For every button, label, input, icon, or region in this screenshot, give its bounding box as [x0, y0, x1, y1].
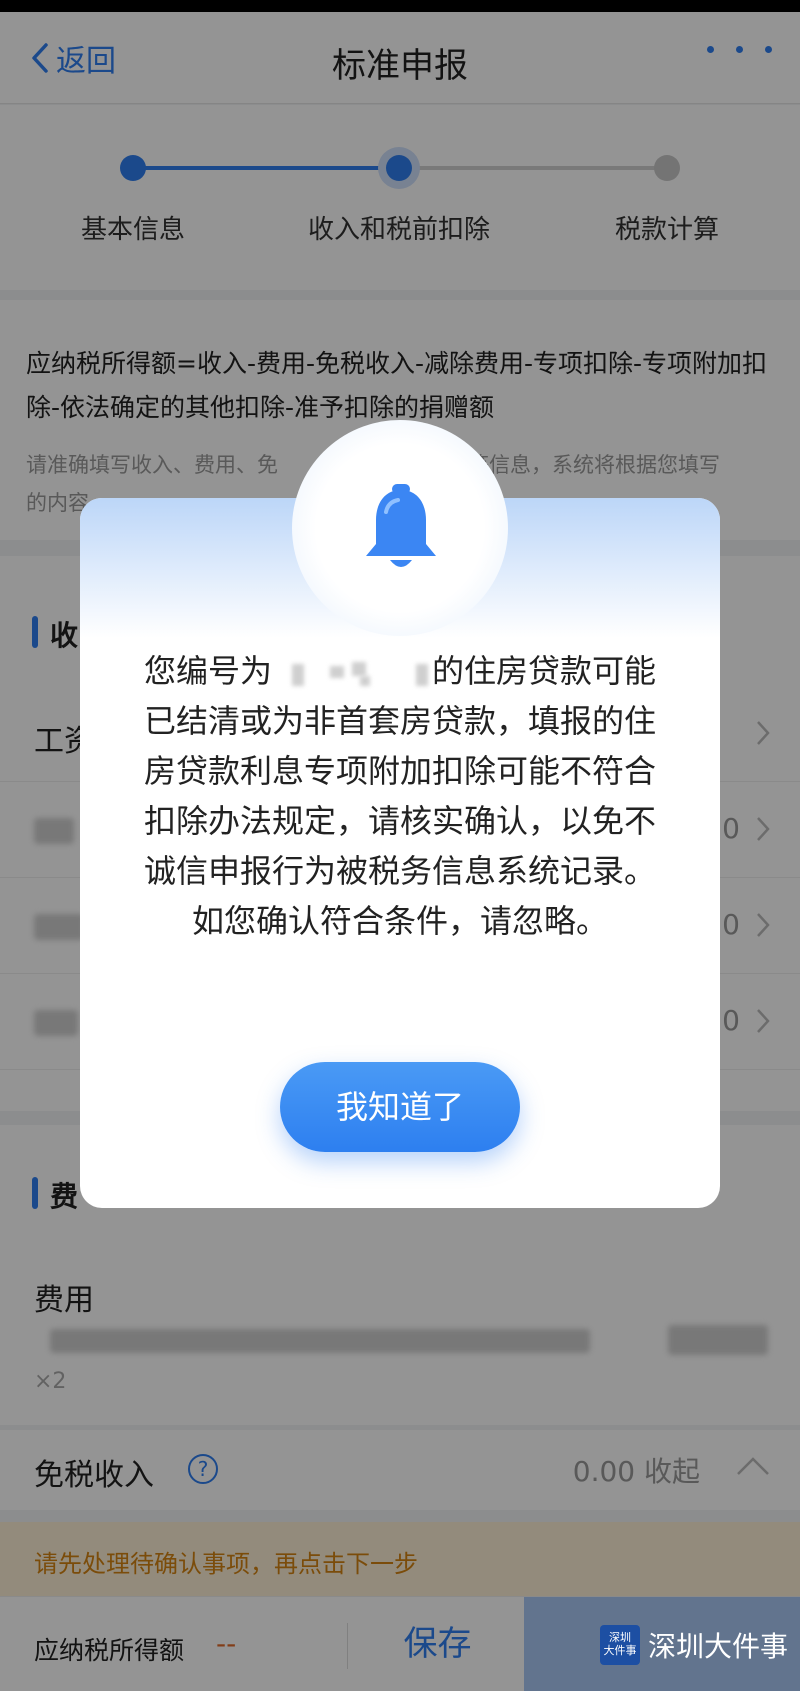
dialog-message-end: 的住房贷款可能已结清或为非首套房贷款，填报的住房贷款利息专项附加扣除可能不符合扣…: [143, 652, 657, 940]
redacted-number: [272, 658, 432, 688]
watermark: 深圳 大件事 深圳大件事: [600, 1622, 788, 1668]
dialog-message-start: 您编号为: [143, 652, 272, 690]
watermark-text: 深圳大件事: [648, 1630, 789, 1663]
watermark-logo: 深圳 大件事: [600, 1625, 640, 1665]
acknowledge-button[interactable]: 我知道了: [280, 1062, 520, 1152]
dialog-message: 您编号为 的住房贷款可能已结清或为非首套房贷款，填报的住房贷款利息专项附加扣除可能…: [130, 646, 670, 946]
alert-dialog: 您编号为 的住房贷款可能已结清或为非首套房贷款，填报的住房贷款利息专项附加扣除可能…: [80, 420, 720, 1208]
bell-icon: [366, 484, 436, 567]
